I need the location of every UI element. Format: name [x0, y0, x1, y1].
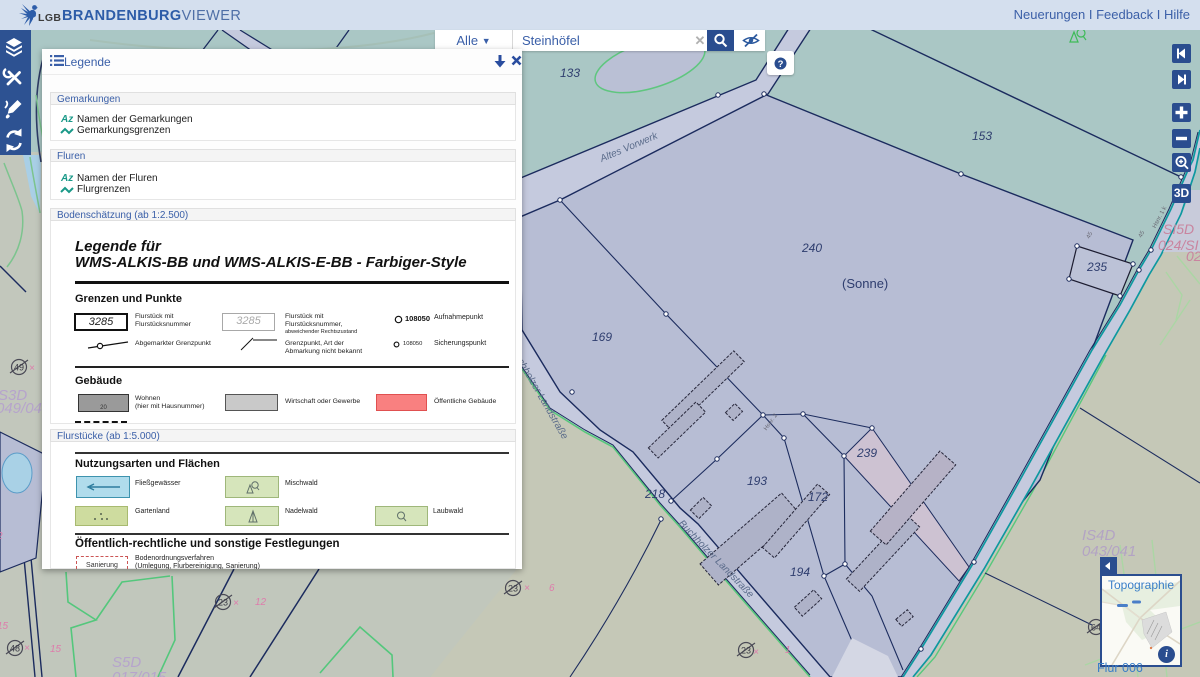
- svg-text:235: 235: [1086, 260, 1107, 274]
- svg-text:6: 6: [549, 583, 555, 594]
- svg-text:172: 172: [808, 490, 828, 504]
- svg-text:×: ×: [24, 643, 30, 654]
- svg-text:239: 239: [856, 446, 877, 460]
- svg-text:×: ×: [233, 598, 239, 609]
- svg-text:133: 133: [560, 66, 580, 80]
- svg-text:193: 193: [747, 474, 767, 488]
- svg-text:240: 240: [801, 241, 822, 255]
- svg-text:2: 2: [0, 531, 3, 542]
- svg-text:SI5D: SI5D: [1163, 221, 1194, 237]
- svg-text:23: 23: [741, 646, 751, 656]
- svg-text:×: ×: [29, 363, 35, 374]
- svg-text:(Sonne): (Sonne): [842, 276, 888, 291]
- svg-text:23: 23: [218, 598, 228, 608]
- svg-text:48: 48: [10, 644, 20, 654]
- svg-text:12: 12: [255, 597, 267, 608]
- svg-text:02: 02: [1186, 248, 1200, 264]
- svg-text:×: ×: [753, 647, 759, 658]
- svg-text:153: 153: [972, 129, 992, 143]
- svg-text:IS4D: IS4D: [1082, 527, 1116, 544]
- svg-text:?: ?: [778, 59, 784, 70]
- svg-text:017/015: 017/015: [112, 669, 167, 677]
- svg-text:194: 194: [790, 565, 810, 579]
- svg-text:23: 23: [508, 584, 518, 594]
- svg-text:1: 1: [785, 645, 791, 656]
- svg-text:169: 169: [592, 330, 612, 344]
- svg-text:×: ×: [524, 583, 530, 594]
- svg-text:218: 218: [644, 487, 665, 501]
- svg-text:15: 15: [0, 621, 9, 632]
- svg-text:49: 49: [14, 363, 24, 373]
- svg-text:15: 15: [50, 644, 62, 655]
